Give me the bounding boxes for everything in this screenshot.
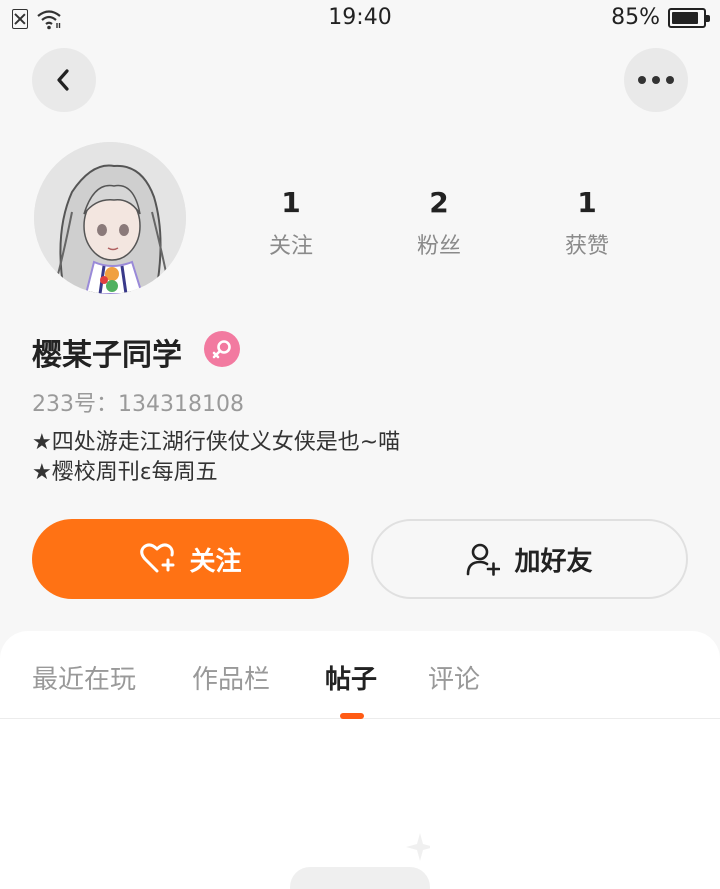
add-friend-button[interactable]: 加好友	[371, 519, 688, 599]
battery-icon	[668, 7, 710, 28]
stat-likes[interactable]: 1 获赞	[527, 186, 647, 260]
stat-following-label: 关注	[268, 234, 313, 259]
battery-level	[672, 11, 698, 24]
profile-name: 樱某子同学	[32, 338, 182, 373]
follow-button[interactable]: 关注	[32, 519, 349, 599]
battery-percent: 85%	[611, 5, 660, 30]
more-dots-icon	[638, 76, 674, 84]
stat-following-value: 1	[281, 186, 301, 219]
avatar-illustration	[34, 142, 186, 294]
add-friend-button-label: 加好友	[514, 546, 593, 577]
bio-line: ★樱校周刊ɛ每周五	[32, 460, 218, 485]
stat-likes-label: 获赞	[564, 234, 609, 259]
stat-fans-label: 粉丝	[416, 234, 461, 259]
status-bar: 19:40 85%	[0, 0, 720, 40]
avatar[interactable]	[34, 142, 186, 294]
tab-bar: 最近在玩 作品栏 帖子 评论	[0, 631, 720, 719]
tab-posts[interactable]: 帖子	[325, 659, 377, 696]
heart-plus-icon	[140, 543, 175, 573]
tab-works[interactable]: 作品栏	[192, 659, 270, 696]
status-right: 85%	[611, 5, 710, 30]
profile-uid: 233号：134318108	[32, 392, 244, 417]
more-button[interactable]	[624, 48, 688, 112]
female-icon	[212, 340, 231, 359]
bio-line: ★四处游走江湖行侠仗义女侠是也~喵	[32, 430, 401, 455]
stat-following[interactable]: 1 关注	[231, 186, 351, 260]
chevron-left-icon	[57, 69, 69, 91]
follow-button-label: 关注	[189, 546, 242, 577]
empty-state-illustration	[290, 833, 430, 889]
stat-fans-value: 2	[429, 186, 449, 219]
tab-recent-play[interactable]: 最近在玩	[32, 659, 136, 696]
tab-comments[interactable]: 评论	[428, 659, 480, 696]
active-tab-indicator	[340, 713, 364, 719]
gender-badge	[204, 331, 240, 367]
back-button[interactable]	[32, 48, 96, 112]
stat-fans[interactable]: 2 粉丝	[379, 186, 499, 260]
add-user-icon	[467, 543, 501, 576]
stat-likes-value: 1	[577, 186, 597, 219]
profile-bio: ★四处游走江湖行侠仗义女侠是也~喵 ★樱校周刊ɛ每周五	[32, 428, 400, 488]
content-panel: 最近在玩 作品栏 帖子 评论	[0, 631, 720, 889]
